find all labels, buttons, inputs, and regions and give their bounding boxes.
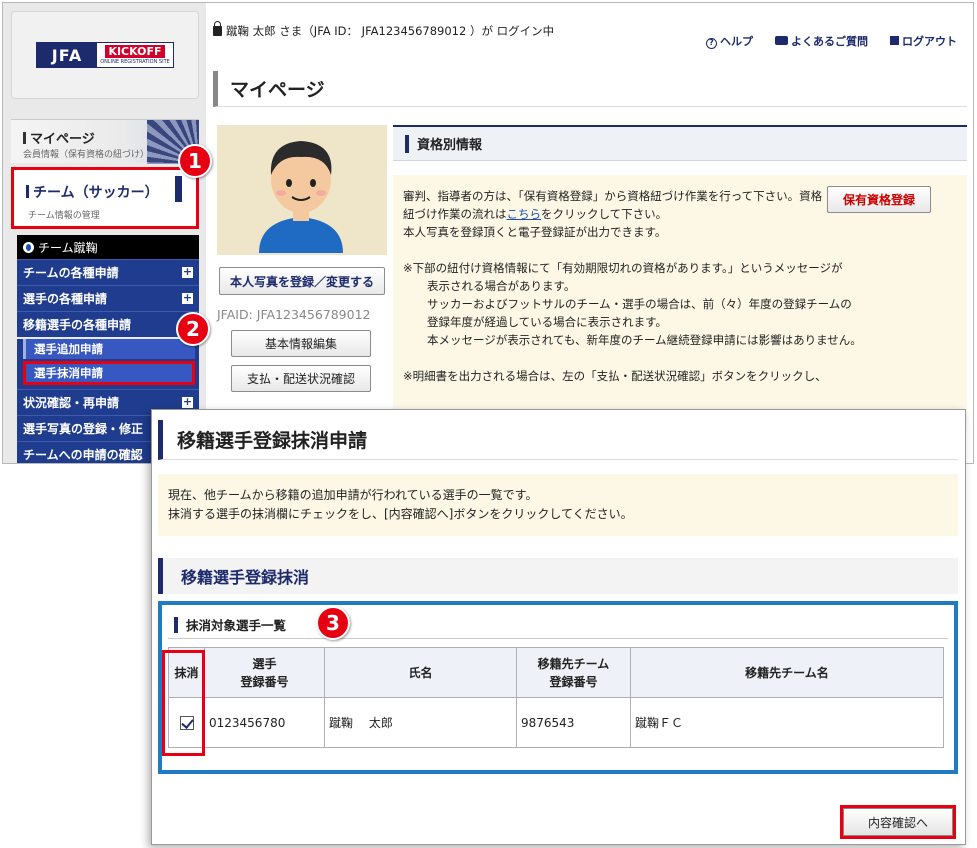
sidebar-team-tab[interactable]: チーム（サッカー） チーム情報の管理	[11, 167, 199, 229]
sidebar-mypage-label: マイページ	[23, 128, 95, 147]
col-header-team-no: 移籍先チーム 登録番号	[516, 647, 631, 698]
here-link[interactable]: こちら	[507, 207, 542, 221]
delete-checkbox[interactable]	[179, 715, 194, 730]
help-icon: ?	[706, 38, 717, 49]
col-header-player-no: 選手 登録番号	[204, 647, 325, 698]
header-links: ? ヘルプ よくあるご質問 ログアウト	[706, 33, 957, 49]
qualification-heading: 資格別情報	[393, 125, 967, 161]
col-header-delete: 抹消	[168, 647, 205, 698]
overlay-page-title: 移籍選手登録抹消申請	[158, 420, 958, 460]
name-cell: 蹴鞠 太郎	[324, 697, 517, 748]
sidebar-mypage-tab[interactable]: マイページ 会員情報（保有資格の紐づけ）	[11, 119, 199, 164]
menu-item-label: チームへの申請の確認	[23, 448, 143, 462]
edit-basic-info-button[interactable]: 基本情報編集	[231, 330, 371, 357]
logo-box: JFA KICKOFF ONLINE REGISTRATION SITE	[11, 11, 199, 99]
logo-kickoff-sub: ONLINE REGISTRATION SITE	[100, 59, 170, 65]
section-heading: 移籍選手登録抹消	[158, 558, 958, 594]
table-header-row: 抹消 選手 登録番号 氏名 移籍先チーム 登録番号 移籍先チーム名	[168, 647, 944, 698]
expand-plus-icon[interactable]: +	[182, 292, 193, 304]
logo-jfa-text: JFA	[37, 43, 97, 67]
logout-lock-icon	[890, 36, 899, 45]
avatar-illustration-icon	[259, 141, 343, 253]
bookmark-flag-icon	[175, 176, 182, 202]
col-header-team-name: 移籍先チーム名	[630, 647, 944, 698]
team-menu-header: チーム蹴鞠	[17, 235, 199, 259]
submenu-item-add-player[interactable]: 選手追加申請	[23, 339, 195, 359]
transfer-submenu: 選手追加申請 選手抹消申請	[17, 339, 199, 389]
help-link[interactable]: ? ヘルプ	[706, 33, 753, 49]
page-title: マイページ	[213, 71, 967, 107]
mypage-screen: JFA KICKOFF ONLINE REGISTRATION SITE マイペ…	[2, 2, 974, 464]
team-name-cell: 蹴鞠ＦＣ	[630, 697, 944, 748]
sidebar-team-label: チーム（サッカー）	[26, 182, 159, 202]
login-status-text: 蹴鞠 太郎 さま（JFA ID： JFA123456789012 ）が ログイン…	[226, 24, 555, 38]
col-header-name: 氏名	[324, 647, 517, 698]
step-marker-1: 1	[178, 144, 212, 178]
register-photo-button[interactable]: 本人写真を登録／変更する	[219, 267, 385, 295]
team-menu-header-label: チーム蹴鞠	[38, 240, 98, 255]
jfa-kickoff-logo[interactable]: JFA KICKOFF ONLINE REGISTRATION SITE	[36, 42, 174, 68]
player-table: 抹消 選手 登録番号 氏名 移籍先チーム 登録番号 移籍先チーム名 012345…	[168, 647, 944, 748]
register-qualification-button[interactable]: 保有資格登録	[827, 186, 931, 213]
menu-item-label: 移籍選手の各種申請	[23, 318, 132, 332]
step-marker-3: 3	[316, 606, 350, 640]
sidebar-team-sub: チーム情報の管理	[28, 211, 100, 221]
soccer-ball-icon	[23, 241, 34, 253]
menu-item-label: 選手写真の登録・修正	[23, 422, 144, 436]
lock-icon	[213, 21, 222, 36]
menu-item-label: 選手の各種申請	[23, 292, 108, 306]
subsection-heading: 抹消対象選手一覧	[168, 611, 948, 639]
jfaid-text: JFAID: JFA123456789012	[217, 307, 371, 322]
confirm-button[interactable]: 内容確認へ	[840, 805, 956, 839]
sidebar-mypage-sub: 会員情報（保有資格の紐づけ）	[23, 150, 150, 160]
player-list-frame: 抹消対象選手一覧 抹消 選手 登録番号 氏名 移籍先チーム 登録番号 移籍先チー…	[158, 601, 958, 774]
profile-photo	[217, 125, 387, 255]
sidebar: JFA KICKOFF ONLINE REGISTRATION SITE マイペ…	[3, 3, 206, 463]
expand-plus-icon[interactable]: +	[182, 266, 193, 278]
menu-item-player-applications[interactable]: 選手の各種申請 +	[17, 285, 199, 311]
logout-link[interactable]: ログアウト	[890, 33, 957, 49]
player-no-cell: 0123456780	[204, 697, 325, 748]
menu-item-label: チームの各種申請	[23, 266, 119, 280]
payment-status-button[interactable]: 支払・配送状況確認	[231, 365, 371, 392]
step-marker-2: 2	[176, 312, 210, 346]
table-row: 0123456780 蹴鞠 太郎 9876543 蹴鞠ＦＣ	[168, 697, 944, 748]
team-no-cell: 9876543	[516, 697, 631, 748]
overlay-info-box: 現在、他チームから移籍の追加申請が行われている選手の一覧です。 抹消する選手の抹…	[158, 474, 958, 536]
faq-icon	[775, 36, 788, 45]
transfer-delete-screen: 移籍選手登録抹消申請 現在、他チームから移籍の追加申請が行われている選手の一覧で…	[151, 409, 966, 845]
delete-cell	[168, 697, 205, 748]
login-status: 蹴鞠 太郎 さま（JFA ID： JFA123456789012 ）が ログイン…	[213, 21, 555, 39]
logo-kickoff-text: KICKOFF	[105, 45, 165, 58]
menu-item-team-applications[interactable]: チームの各種申請 +	[17, 259, 199, 285]
submenu-item-delete-player[interactable]: 選手抹消申請	[23, 361, 195, 385]
faq-link[interactable]: よくあるご質問	[775, 33, 868, 49]
expand-plus-icon[interactable]: +	[182, 396, 193, 408]
menu-item-label: 状況確認・再申請	[23, 396, 120, 410]
menu-item-transfer-applications[interactable]: 移籍選手の各種申請	[17, 311, 199, 337]
